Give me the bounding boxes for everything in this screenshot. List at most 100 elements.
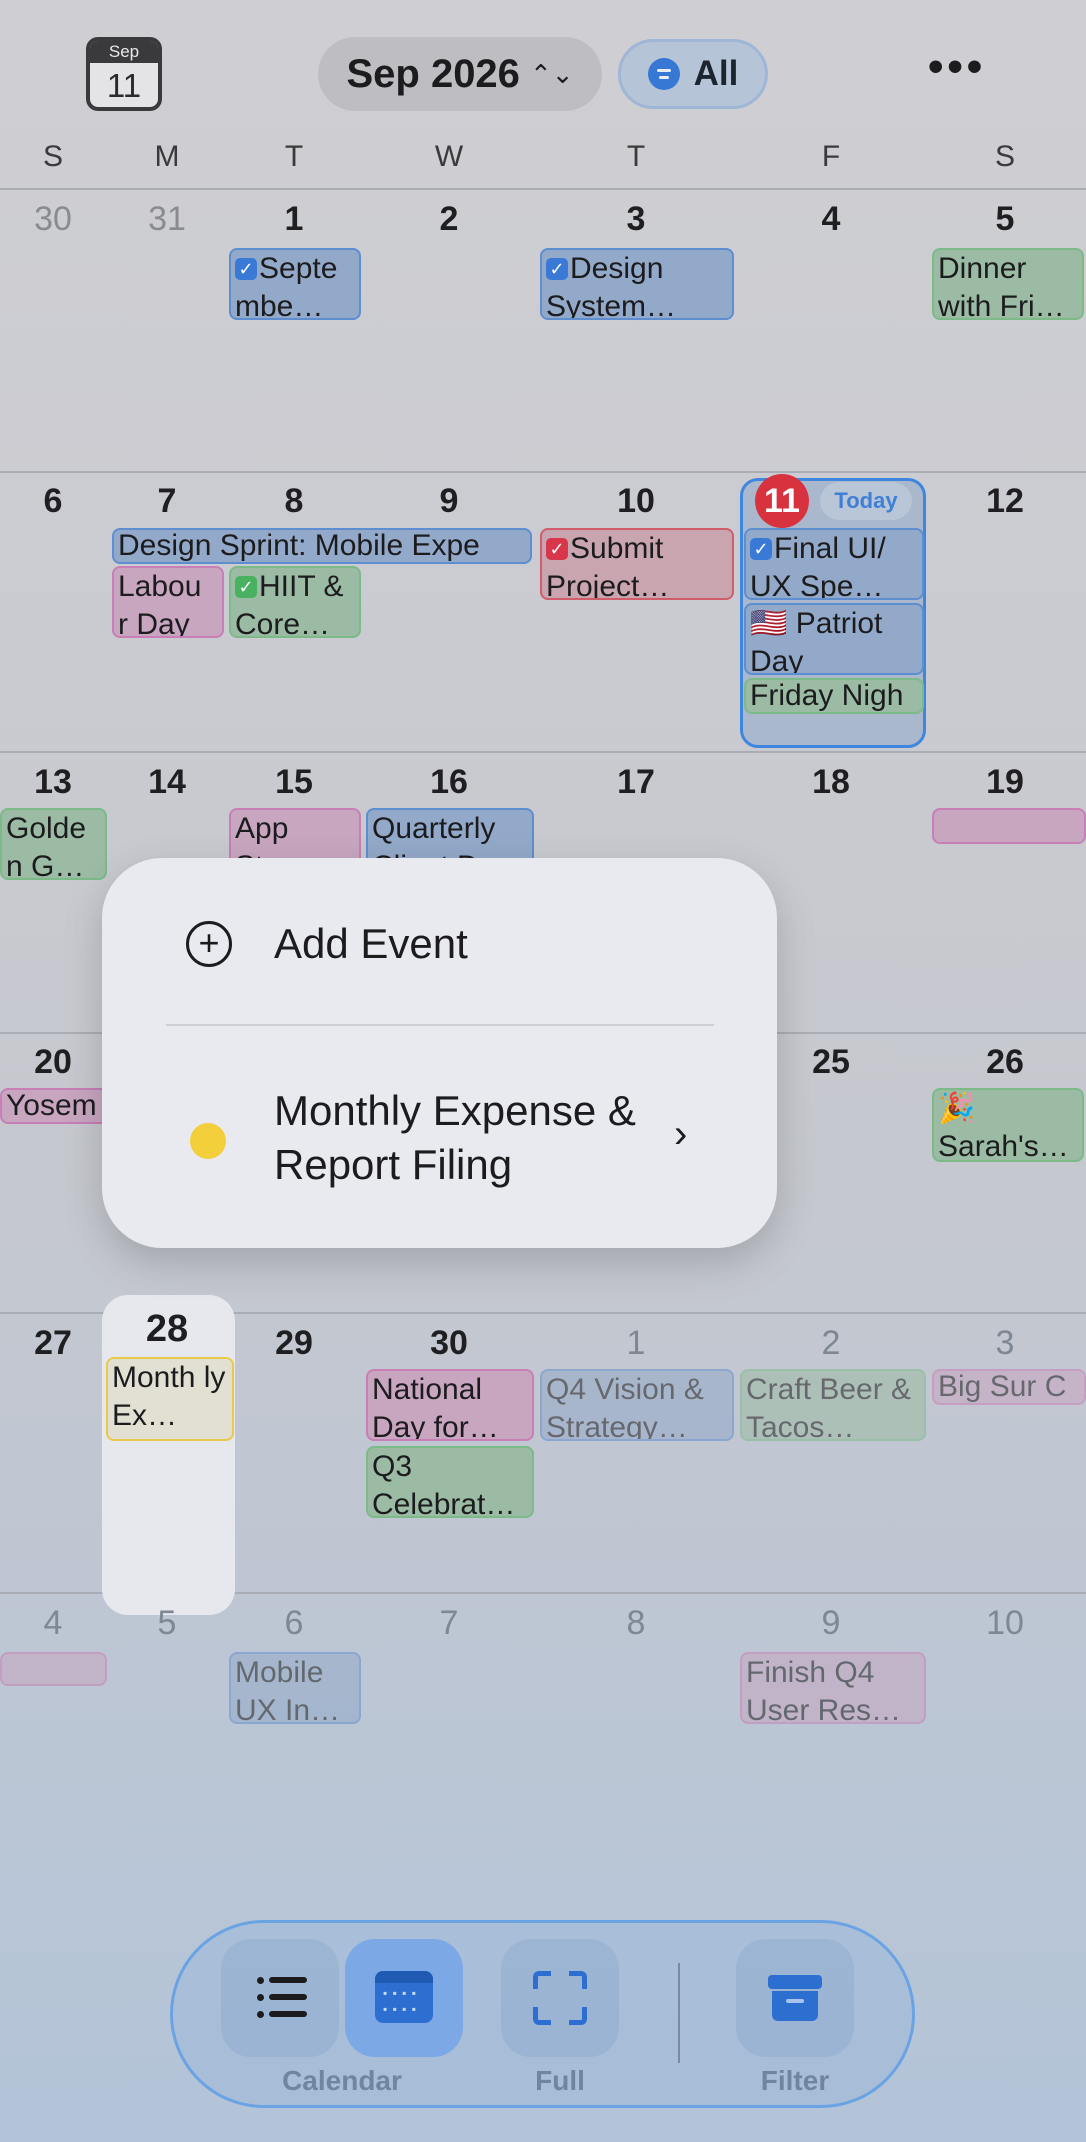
day-number[interactable]: 7	[389, 1604, 509, 1643]
filter-button[interactable]	[736, 1939, 854, 2057]
context-menu: + Add Event Monthly Expense & Report Fil…	[102, 858, 777, 1248]
event-chip[interactable]: 🎉 Sarah's…	[932, 1088, 1084, 1162]
event-chip[interactable]: Dinner with Fri…	[932, 248, 1084, 320]
day-number[interactable]: 9	[771, 1604, 891, 1643]
full-label: Full	[535, 2065, 585, 2096]
filter-all-button[interactable]: All	[618, 39, 768, 109]
event-title: Golde n G…	[6, 812, 87, 880]
event-title: Yosem	[6, 1089, 97, 1122]
day-number[interactable]: 7	[107, 482, 227, 521]
day-number[interactable]: 14	[107, 763, 227, 802]
day-number[interactable]: 5	[107, 1604, 227, 1643]
weekday-label: T	[284, 140, 304, 173]
event-chip[interactable]: Finish Q4 User Res…	[740, 1652, 926, 1724]
header: Sep 11 Sep 2026 ⌃⌄ All •••	[0, 0, 1086, 130]
calendar-view-button[interactable]	[345, 1939, 463, 2057]
day-number[interactable]: 8	[576, 1604, 696, 1643]
weekday-label: M	[154, 140, 180, 173]
bottom-toolbar: Calendar Full Filter	[170, 1920, 915, 2108]
event-chip[interactable]: ✓ Final UI/ UX Spe…	[744, 528, 924, 600]
event-chip[interactable]: Q4 Vision & Strategy…	[540, 1369, 734, 1441]
event-chip[interactable]: Month ly Ex…	[106, 1357, 234, 1441]
checkbox-icon: ✓	[546, 538, 568, 560]
day-number[interactable]: 27	[0, 1324, 113, 1363]
day-number[interactable]: 15	[234, 763, 354, 802]
day-number[interactable]: 31	[107, 200, 227, 239]
archive-box-icon	[768, 1975, 822, 2021]
month-picker-button[interactable]: Sep 2026 ⌃⌄	[318, 37, 602, 111]
event-chip[interactable]: ✓ HIIT & Core…	[229, 566, 361, 638]
event-chip[interactable]: Big Sur C	[932, 1369, 1086, 1405]
day-number[interactable]: 9	[389, 482, 509, 521]
event-chip[interactable]: Golde n G…	[0, 808, 107, 880]
day-number[interactable]: 13	[0, 763, 113, 802]
day-number[interactable]: 17	[576, 763, 696, 802]
day-number[interactable]: 4	[771, 200, 891, 239]
more-options-icon[interactable]: •••	[928, 45, 998, 96]
selected-day-number[interactable]: 28	[107, 1308, 227, 1351]
day-number[interactable]: 6	[0, 482, 113, 521]
day-number[interactable]: 18	[771, 763, 891, 802]
day-number[interactable]: 29	[234, 1324, 354, 1363]
day-number[interactable]: 2	[389, 200, 509, 239]
toolbar-divider	[678, 1963, 680, 2063]
event-menu-item[interactable]: Monthly Expense & Report Filing	[274, 1084, 664, 1192]
event-color-dot	[190, 1123, 226, 1159]
event-chip[interactable]: National Day for…	[366, 1369, 534, 1441]
event-chip[interactable]	[0, 1652, 107, 1686]
event-chip[interactable]: ✓ Design System…	[540, 248, 734, 320]
day-number[interactable]: 1	[234, 200, 354, 239]
weekday-label: F	[821, 140, 841, 173]
event-chip[interactable]: Craft Beer & Tacos…	[740, 1369, 926, 1441]
day-number[interactable]: 3	[576, 200, 696, 239]
day-number[interactable]: 3	[945, 1324, 1065, 1363]
weekday-label: W	[434, 140, 464, 173]
today-day-number[interactable]: 11	[755, 474, 809, 528]
today-calendar-icon[interactable]: Sep 11	[86, 37, 162, 111]
checkbox-icon: ✓	[235, 576, 257, 598]
list-view-button[interactable]	[221, 1939, 339, 2057]
event-title: 🎉 Sarah's…	[938, 1092, 1069, 1162]
day-number[interactable]: 26	[945, 1043, 1065, 1082]
event-chip[interactable]: 🇺🇸 Patriot Day	[744, 603, 924, 675]
day-number[interactable]: 6	[234, 1604, 354, 1643]
day-number[interactable]: 4	[0, 1604, 113, 1643]
event-chip[interactable]: ✓ Submit Project…	[540, 528, 734, 600]
event-chip[interactable]: Labou r Day	[112, 566, 224, 638]
day-number[interactable]: 12	[945, 482, 1065, 521]
menu-divider	[166, 1024, 714, 1026]
divider	[0, 188, 1086, 190]
fullscreen-icon	[533, 1971, 587, 2025]
event-chip[interactable]: Design Sprint: Mobile Expe	[112, 528, 532, 564]
day-number[interactable]: 5	[945, 200, 1065, 239]
day-number[interactable]: 16	[389, 763, 509, 802]
event-title: Finish Q4 User Res…	[746, 1656, 902, 1724]
day-number[interactable]: 2	[771, 1324, 891, 1363]
chevron-right-icon[interactable]: ›	[674, 1112, 687, 1157]
event-chip[interactable]	[932, 808, 1086, 844]
day-number[interactable]: 20	[0, 1043, 113, 1082]
day-number[interactable]: 30	[389, 1324, 509, 1363]
weekday-label: S	[42, 140, 63, 173]
day-number[interactable]: 25	[771, 1043, 891, 1082]
day-number[interactable]: 10	[945, 1604, 1065, 1643]
event-chip[interactable]: Friday Nigh	[744, 678, 924, 714]
event-title: Mobile UX In…	[235, 1656, 341, 1724]
day-number[interactable]: 8	[234, 482, 354, 521]
add-event-menu-item[interactable]: Add Event	[274, 920, 468, 968]
calendar-label: Calendar	[282, 2065, 402, 2096]
day-number[interactable]: 1	[576, 1324, 696, 1363]
filter-label: Filter	[760, 2065, 830, 2096]
add-circle-icon[interactable]: +	[186, 921, 232, 967]
divider	[0, 471, 1086, 473]
day-number[interactable]: 30	[0, 200, 113, 239]
day-number[interactable]: 19	[945, 763, 1065, 802]
event-chip[interactable]: Yosem	[0, 1088, 110, 1124]
day-number[interactable]: 10	[576, 482, 696, 521]
full-view-button[interactable]	[501, 1939, 619, 2057]
event-title: Labou r Day	[118, 570, 202, 638]
event-chip[interactable]: Q3 Celebrat…	[366, 1446, 534, 1518]
event-chip[interactable]: Mobile UX In…	[229, 1652, 361, 1724]
event-title: Month ly Ex…	[112, 1361, 226, 1432]
event-chip[interactable]: ✓ Septe mbe…	[229, 248, 361, 320]
